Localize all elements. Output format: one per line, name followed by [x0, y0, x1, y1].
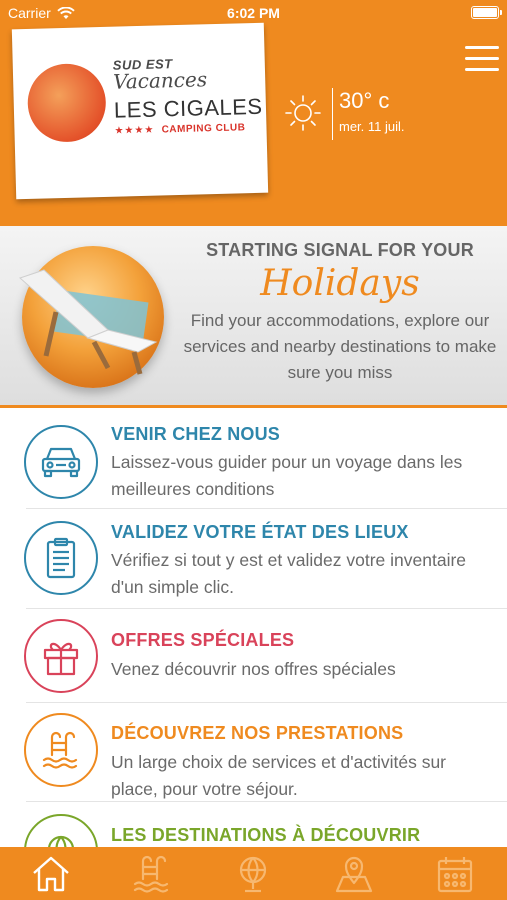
car-icon [24, 425, 98, 499]
list-item-offres-speciales[interactable]: OFFRES SPÉCIALES Venez découvrir nos off… [0, 609, 507, 705]
logo-tagline: CAMPING CLUB [161, 122, 246, 136]
list-item-venir-chez-nous[interactable]: VENIR CHEZ NOUS Laissez-vous guider pour… [0, 410, 507, 509]
status-time: 6:02 PM [227, 5, 280, 21]
list-item-subtitle: Laissez-vous guider pour un voyage dans … [111, 452, 463, 499]
logo-text: SUD EST Vacances LES CIGALES ★★★★ CAMPIN… [113, 55, 265, 137]
sun-lounger-icon [19, 269, 158, 375]
list-item-title: DÉCOUVREZ NOS PRESTATIONS [111, 723, 404, 743]
pool-ladder-icon [24, 713, 98, 787]
tab-calendar[interactable] [404, 847, 505, 900]
globe-icon [24, 814, 98, 847]
tab-home[interactable] [0, 847, 101, 900]
list-item-title: LES DESTINATIONS À DÉCOUVRIR [111, 825, 421, 845]
logo-card[interactable]: SUD EST Vacances LES CIGALES ★★★★ CAMPIN… [11, 22, 269, 200]
tab-services[interactable] [101, 847, 202, 900]
gift-icon [24, 619, 98, 693]
weather-widget: 30° c mer. 11 juil. [284, 88, 444, 140]
logo-sun-emblem [26, 62, 107, 143]
banner-headline: STARTING SIGNAL FOR YOUR [206, 240, 474, 260]
list-item-subtitle: Venez découvrir nos offres spéciales [111, 659, 396, 679]
list-item-prestations[interactable]: DÉCOUVREZ NOS PRESTATIONS Un large choix… [0, 703, 507, 802]
list-item-subtitle: Un large choix de services et d'activité… [111, 752, 447, 799]
sun-icon [285, 95, 321, 131]
tab-destinations[interactable] [202, 847, 303, 900]
hamburger-menu-icon[interactable] [465, 46, 499, 72]
banner-script-word: Holidays [260, 263, 420, 304]
list-item-subtitle: Vérifiez si tout y est et validez votre … [111, 550, 467, 597]
bottom-tab-bar [0, 847, 507, 900]
logo-name: LES CIGALES [113, 93, 263, 123]
list-item-title: VENIR CHEZ NOUS [111, 424, 281, 444]
logo-tagline-row: ★★★★ CAMPING CLUB [114, 122, 264, 137]
list-item-destinations[interactable]: LES DESTINATIONS À DÉCOUVRIR [0, 802, 507, 847]
weather-date: mer. 11 juil. [339, 119, 405, 134]
list-item-etat-des-lieux[interactable]: VALIDEZ VOTRE ÉTAT DES LIEUX Vérifiez si… [0, 509, 507, 609]
weather-temperature: 30° c [339, 88, 390, 113]
home-icon [32, 856, 69, 891]
tab-map[interactable] [303, 847, 404, 900]
weather-divider [332, 88, 333, 140]
clipboard-icon [24, 521, 98, 595]
logo-brand-line2: Vacances [112, 67, 208, 94]
pool-ladder-icon [133, 855, 168, 893]
feature-list: VENIR CHEZ NOUS Laissez-vous guider pour… [0, 410, 507, 847]
battery-icon [471, 6, 502, 19]
banner-text: STARTING SIGNAL FOR YOUR Holidays Find y… [180, 240, 500, 386]
map-pin-icon [335, 856, 372, 892]
app-header: SUD EST Vacances LES CIGALES ★★★★ CAMPIN… [0, 22, 507, 226]
banner-description: Find your accommodations, explore our se… [183, 311, 497, 382]
calendar-icon [437, 856, 472, 892]
logo-stars: ★★★★ [114, 124, 155, 137]
list-item-title: VALIDEZ VOTRE ÉTAT DES LIEUX [111, 522, 409, 542]
globe-icon [239, 856, 266, 892]
list-item-title: OFFRES SPÉCIALES [111, 630, 295, 650]
holiday-banner[interactable]: STARTING SIGNAL FOR YOUR Holidays Find y… [0, 226, 507, 408]
